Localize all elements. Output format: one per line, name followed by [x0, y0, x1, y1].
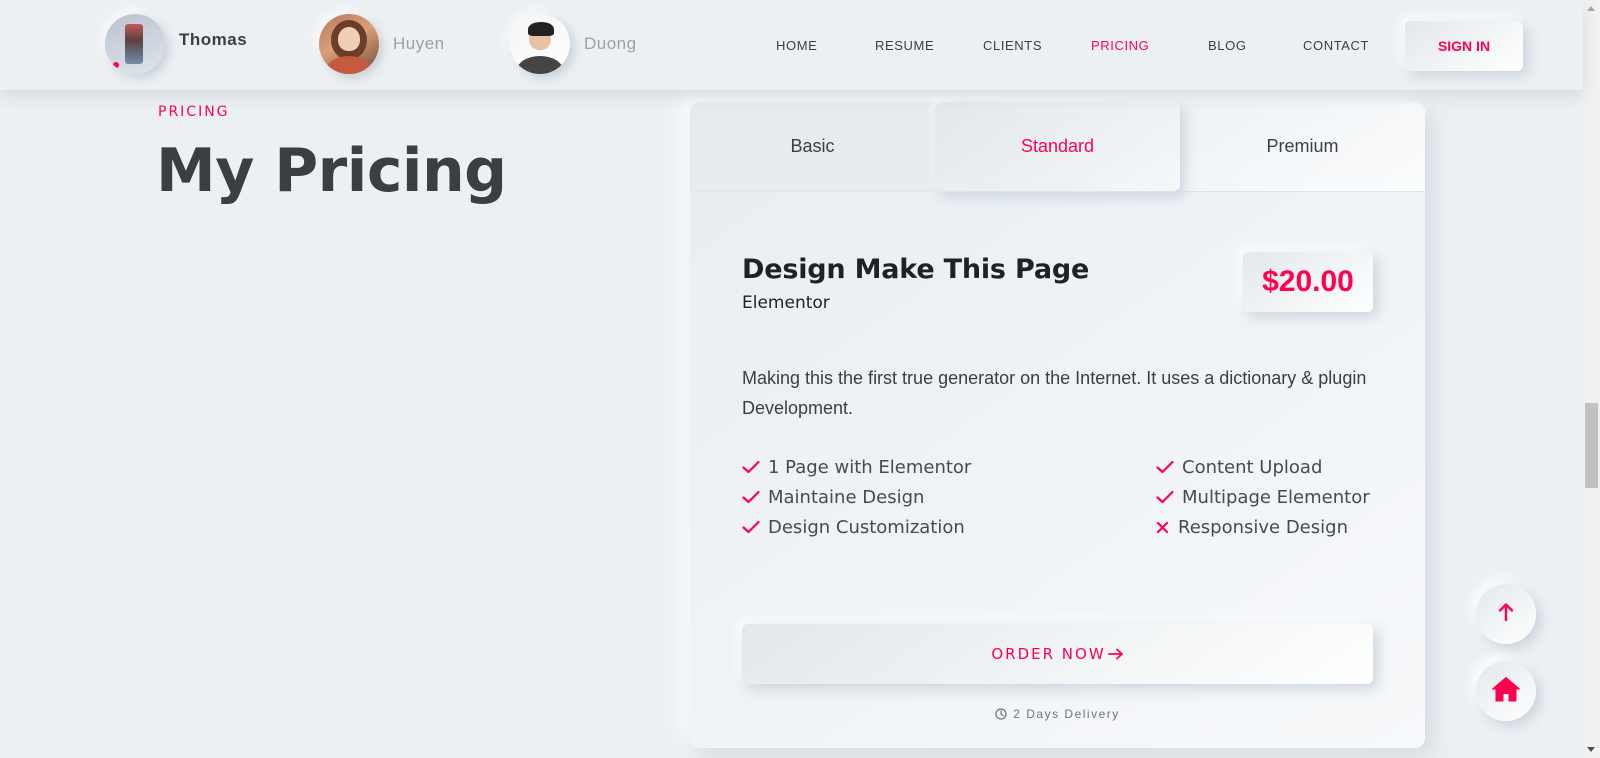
plan-subtitle: Elementor — [742, 293, 830, 313]
site-header: Thomas Huyen Duong HOME RESUME CLIENTS P… — [0, 0, 1583, 90]
section-label: PRICING — [158, 104, 230, 120]
tab-premium[interactable]: Premium — [1180, 102, 1425, 192]
arrow-right-icon — [1107, 624, 1124, 684]
avatar — [510, 14, 570, 74]
nav-resume[interactable]: RESUME — [875, 38, 934, 53]
scroll-up-arrow-icon[interactable] — [1587, 6, 1595, 11]
nav-pricing[interactable]: PRICING — [1091, 38, 1149, 53]
clock-icon — [995, 708, 1007, 723]
feature-item: Design Customization — [742, 516, 1156, 538]
plan-title: Design Make This Page — [742, 254, 1090, 285]
feature-item: Multipage Elementor — [1156, 486, 1382, 508]
feature-item: Maintaine Design — [742, 486, 1156, 508]
scroll-down-arrow-icon[interactable] — [1587, 747, 1595, 752]
pricing-card: Basic Standard Premium Design Make This … — [690, 102, 1425, 748]
profile-name: Duong — [584, 34, 637, 53]
check-icon — [1156, 460, 1182, 474]
nav-home[interactable]: HOME — [776, 38, 817, 53]
home-icon — [1491, 676, 1521, 707]
check-icon — [742, 460, 768, 474]
nav-blog[interactable]: BLOG — [1208, 38, 1247, 53]
tab-basic[interactable]: Basic — [690, 102, 935, 192]
check-icon — [1156, 490, 1182, 504]
feature-label: Multipage Elementor — [1182, 486, 1370, 508]
feature-label: Design Customization — [768, 516, 965, 538]
profile-huyen[interactable]: Huyen — [319, 14, 445, 74]
profile-thomas[interactable]: Thomas — [105, 14, 247, 74]
vertical-scrollbar[interactable] — [1583, 0, 1600, 758]
order-now-button[interactable]: ORDER NOW — [742, 624, 1373, 684]
scroll-to-top-button[interactable] — [1476, 584, 1536, 644]
order-now-label: ORDER NOW — [991, 645, 1106, 663]
feature-label: 1 Page with Elementor — [768, 456, 972, 478]
profile-duong[interactable]: Duong — [510, 14, 637, 74]
price-badge: $20.00 — [1243, 252, 1373, 312]
feature-label: Content Upload — [1182, 456, 1323, 478]
nav-clients[interactable]: CLIENTS — [983, 38, 1042, 53]
check-icon — [742, 520, 768, 534]
feature-item: 1 Page with Elementor — [742, 456, 1156, 478]
delivery-info: 2 Days Delivery — [690, 707, 1425, 723]
avatar — [319, 14, 379, 74]
check-icon — [742, 490, 768, 504]
nav-contact[interactable]: CONTACT — [1303, 38, 1369, 53]
delivery-text: 2 Days Delivery — [1013, 707, 1120, 721]
profile-name: Huyen — [393, 34, 445, 53]
profile-name: Thomas — [179, 30, 248, 49]
page-title: My Pricing — [156, 136, 507, 206]
feature-list: 1 Page with Elementor Content Upload Mai… — [742, 456, 1382, 538]
pricing-tabs: Basic Standard Premium — [690, 102, 1425, 192]
tab-standard[interactable]: Standard — [935, 102, 1180, 192]
plan-description: Making this the first true generator on … — [742, 368, 1367, 418]
feature-label: Responsive Design — [1178, 516, 1348, 538]
feature-item: Responsive Design — [1156, 516, 1382, 538]
arrow-up-icon — [1497, 602, 1515, 627]
avatar — [105, 14, 165, 74]
sign-in-button[interactable]: SIGN IN — [1405, 21, 1523, 71]
close-icon — [1156, 521, 1178, 534]
feature-item: Content Upload — [1156, 456, 1382, 478]
home-button[interactable] — [1476, 661, 1536, 721]
feature-label: Maintaine Design — [768, 486, 925, 508]
scrollbar-thumb[interactable] — [1585, 403, 1598, 488]
